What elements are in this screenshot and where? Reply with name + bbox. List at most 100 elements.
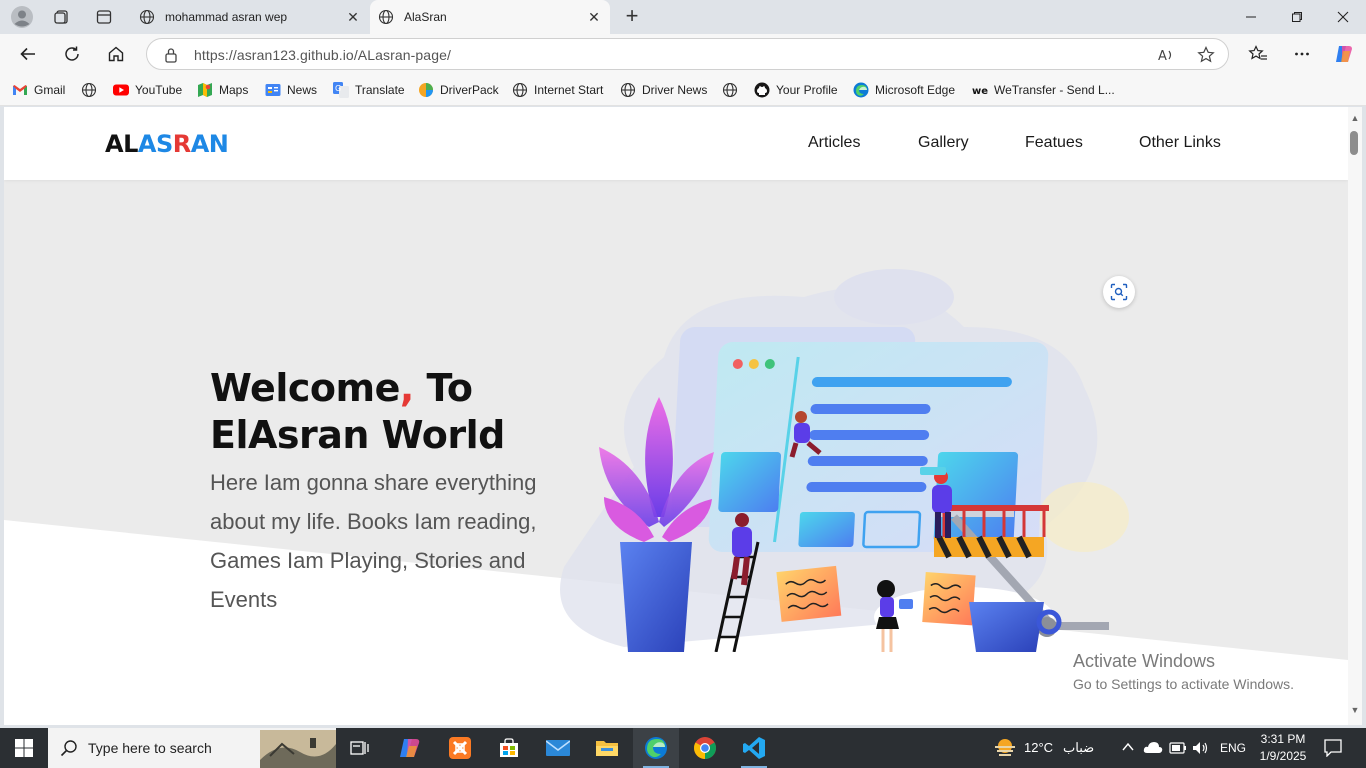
globe-icon bbox=[378, 9, 394, 25]
bookmark-translate[interactable]: G Translate bbox=[333, 81, 405, 99]
restore-icon bbox=[1292, 12, 1302, 22]
new-tab-button[interactable]: + bbox=[620, 5, 644, 29]
tab-strip: mohammad asran wep ✕ AlaSran ✕ + bbox=[0, 0, 1366, 34]
taskbar-search-box[interactable]: Type here to search bbox=[48, 728, 336, 768]
copilot-icon bbox=[400, 739, 420, 757]
refresh-button[interactable] bbox=[58, 40, 86, 68]
minimize-icon bbox=[1246, 16, 1256, 18]
globe-icon bbox=[81, 82, 97, 98]
bookmark-globe-2[interactable] bbox=[722, 81, 738, 99]
profile-icon bbox=[11, 6, 33, 28]
close-tab-icon[interactable]: ✕ bbox=[586, 9, 602, 25]
tab-mohammad-asran-wep[interactable]: mohammad asran wep ✕ bbox=[131, 0, 369, 34]
nav-link-features[interactable]: Featues bbox=[1025, 134, 1083, 152]
clock-time[interactable]: 3:31 PM bbox=[1260, 732, 1306, 746]
bookmark-youtube[interactable]: YouTube bbox=[113, 81, 182, 99]
page-scrollbar[interactable]: ▲ ▼ bbox=[1348, 107, 1362, 725]
site-info-icon[interactable] bbox=[164, 47, 178, 63]
hero-subtitle: Here Iam gonna share everything about my… bbox=[210, 470, 537, 612]
nav-link-gallery[interactable]: Gallery bbox=[918, 134, 969, 152]
restore-button[interactable] bbox=[1274, 0, 1320, 34]
visual-search-button[interactable] bbox=[1103, 276, 1135, 308]
globe-icon bbox=[512, 82, 528, 98]
address-bar[interactable]: https://asran123.github.io/ALasran-page/… bbox=[146, 38, 1229, 70]
settings-more-button[interactable] bbox=[1288, 40, 1316, 68]
volume-icon[interactable] bbox=[1192, 740, 1210, 756]
taskbar-edge[interactable] bbox=[633, 728, 679, 768]
clock-date[interactable]: 1/9/2025 bbox=[1258, 749, 1308, 763]
vertical-tabs-icon bbox=[96, 10, 112, 24]
bookmark-internet-start[interactable]: Internet Start bbox=[512, 81, 603, 99]
gmail-icon bbox=[12, 82, 28, 98]
driverpack-icon bbox=[418, 82, 434, 98]
bookmark-gmail[interactable]: Gmail bbox=[12, 81, 65, 99]
close-tab-icon[interactable]: ✕ bbox=[345, 9, 361, 25]
vscode-icon bbox=[743, 737, 765, 759]
home-button[interactable] bbox=[102, 40, 130, 68]
taskbar-store[interactable] bbox=[486, 728, 532, 768]
taskbar-file-explorer[interactable] bbox=[584, 728, 630, 768]
profile-button[interactable] bbox=[8, 5, 36, 29]
bookmark-news[interactable]: News bbox=[265, 81, 317, 99]
weather-temperature[interactable]: 12°C bbox=[1024, 740, 1053, 755]
taskbar-xampp[interactable] bbox=[437, 728, 483, 768]
bookmark-wetransfer[interactable]: we WeTransfer - Send L... bbox=[972, 81, 1115, 99]
bookmark-your-profile[interactable]: Your Profile bbox=[754, 81, 838, 99]
home-icon bbox=[108, 46, 124, 62]
taskbar-vscode[interactable] bbox=[731, 728, 777, 768]
copilot-button[interactable] bbox=[1330, 40, 1358, 68]
nav-link-articles[interactable]: Articles bbox=[808, 134, 860, 152]
taskbar-copilot[interactable] bbox=[387, 728, 433, 768]
logo-part: AL bbox=[105, 130, 138, 158]
bookmark-maps[interactable]: Maps bbox=[197, 81, 248, 99]
read-aloud-icon[interactable]: A bbox=[1157, 46, 1175, 64]
activate-windows-watermark: Activate Windows Go to Settings to activ… bbox=[1073, 651, 1294, 692]
bookmark-label: Microsoft Edge bbox=[875, 83, 956, 97]
back-button[interactable] bbox=[14, 40, 42, 68]
battery-icon[interactable] bbox=[1169, 742, 1187, 754]
back-arrow-icon bbox=[20, 47, 35, 61]
bookmark-label: WeTransfer - Send L... bbox=[994, 83, 1115, 97]
logo-part: AN bbox=[190, 130, 229, 158]
favorite-star-icon[interactable] bbox=[1197, 46, 1215, 64]
weather-fog-icon[interactable] bbox=[993, 737, 1017, 759]
vertical-tabs-button[interactable] bbox=[90, 5, 118, 29]
favorites-button[interactable] bbox=[1244, 40, 1272, 68]
workspaces-icon bbox=[54, 10, 68, 24]
windows-taskbar: Type here to search 12°C ضباب ENG 3:31 P… bbox=[0, 728, 1366, 768]
tab-title: AlaSran bbox=[404, 10, 447, 24]
edge-icon bbox=[645, 737, 667, 759]
onedrive-cloud-icon[interactable] bbox=[1143, 740, 1163, 754]
taskbar-chrome[interactable] bbox=[682, 728, 728, 768]
bookmarks-bar: Gmail YouTube Maps News G Translate Driv… bbox=[0, 74, 1366, 106]
bookmark-driverpack[interactable]: DriverPack bbox=[418, 81, 499, 99]
scrollbar-thumb[interactable] bbox=[1350, 131, 1358, 155]
start-button[interactable] bbox=[0, 728, 48, 768]
bookmark-globe[interactable] bbox=[81, 81, 97, 99]
file-explorer-icon bbox=[596, 741, 618, 756]
minimize-button[interactable] bbox=[1228, 0, 1274, 34]
weather-condition[interactable]: ضباب bbox=[1063, 740, 1094, 756]
github-icon bbox=[754, 82, 770, 98]
workspaces-button[interactable] bbox=[48, 5, 76, 29]
chevron-up-icon[interactable] bbox=[1122, 742, 1134, 752]
task-view-button[interactable] bbox=[337, 728, 383, 768]
chrome-icon bbox=[694, 737, 716, 759]
taskbar-mail[interactable] bbox=[535, 728, 581, 768]
bookmark-microsoft-edge[interactable]: Microsoft Edge bbox=[853, 81, 955, 99]
site-logo[interactable]: ALASRAN bbox=[105, 130, 229, 158]
tab-alasran[interactable]: AlaSran ✕ bbox=[370, 0, 610, 34]
bookmark-label: Internet Start bbox=[534, 83, 604, 97]
logo-part: R bbox=[172, 130, 191, 158]
close-window-button[interactable] bbox=[1320, 0, 1366, 34]
page-viewport: ALASRAN Articles Gallery Featues Other L… bbox=[4, 107, 1348, 725]
bookmark-driver-news[interactable]: Driver News bbox=[620, 81, 707, 99]
notifications-icon[interactable] bbox=[1324, 739, 1342, 757]
scroll-down-arrow-icon[interactable]: ▼ bbox=[1350, 705, 1360, 715]
url-text[interactable]: https://asran123.github.io/ALasran-page/ bbox=[194, 47, 451, 63]
scroll-up-arrow-icon[interactable]: ▲ bbox=[1350, 113, 1360, 123]
hero-title-line2: ElAsran World bbox=[210, 413, 505, 457]
nav-link-other-links[interactable]: Other Links bbox=[1139, 134, 1221, 152]
language-indicator[interactable]: ENG bbox=[1220, 741, 1246, 755]
globe-icon bbox=[620, 82, 636, 98]
